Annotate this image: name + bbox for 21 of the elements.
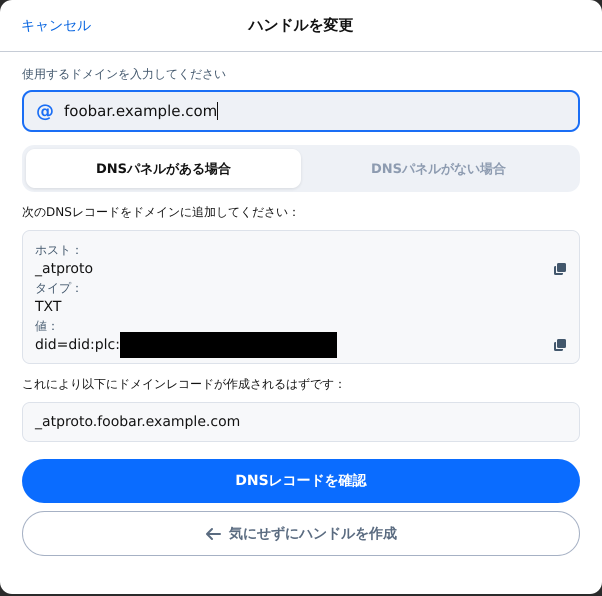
- skip-button[interactable]: 気にせずにハンドルを作成: [22, 511, 580, 556]
- result-label: これにより以下にドメインレコードが作成されるはずです：: [22, 376, 347, 393]
- domain-input-field[interactable]: @ foobar.example.com: [22, 90, 580, 132]
- record-value: did=did:plc:: [35, 337, 120, 353]
- record-label: ホスト：: [35, 242, 84, 259]
- verify-button[interactable]: DNSレコードを確認: [22, 459, 580, 503]
- record-value: TXT: [35, 299, 62, 315]
- copy-icon[interactable]: [553, 262, 567, 276]
- cancel-link[interactable]: キャンセル: [21, 16, 91, 34]
- dialog-title: ハンドルを変更: [248, 16, 354, 35]
- record-value: _atproto: [35, 261, 94, 277]
- result-value: _atproto.foobar.example.com: [22, 402, 580, 442]
- field-label: 使用するドメインを入力してください: [22, 66, 227, 83]
- at-sign-icon: @: [36, 100, 54, 122]
- left-arrow-icon: [205, 526, 221, 540]
- tab[interactable]: DNSパネルがある場合: [26, 149, 301, 188]
- record-label: タイプ：: [35, 280, 84, 297]
- instruction-text: 次のDNSレコードをドメインに追加してください：: [22, 204, 301, 221]
- record-label: 値：: [35, 318, 60, 335]
- field-value: foobar.example.com: [64, 102, 218, 120]
- copy-icon[interactable]: [553, 338, 567, 352]
